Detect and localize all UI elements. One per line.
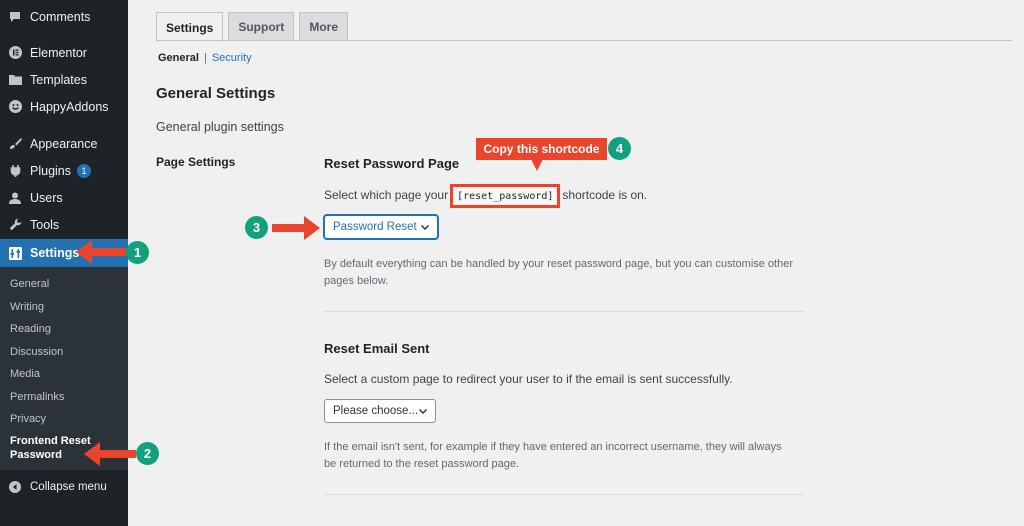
step-marker-3: 3 bbox=[245, 216, 268, 239]
step-marker-4: 4 bbox=[608, 137, 631, 160]
arrow-icon bbox=[76, 240, 126, 264]
step-marker-2: 2 bbox=[136, 442, 159, 465]
arrow-icon bbox=[84, 442, 136, 466]
copy-shortcode-callout: Copy this shortcode bbox=[476, 138, 607, 160]
callout-pointer bbox=[531, 159, 543, 171]
step-marker-1: 1 bbox=[126, 241, 149, 264]
arrow-icon bbox=[272, 216, 320, 240]
